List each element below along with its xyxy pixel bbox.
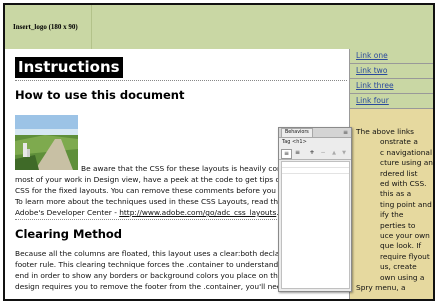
sidebar-text-line: ify the xyxy=(380,210,404,220)
sidebar-text-line: us, create xyxy=(380,262,417,272)
sidebar-nav: Link one Link two Link three Link four xyxy=(350,49,433,109)
sidebar-text-line: que look. If xyxy=(380,241,422,251)
section2-line-4: design requires you to remove the footer… xyxy=(15,282,319,291)
sidebar-text-line: onstrate a xyxy=(380,137,418,147)
landscape-photo[interactable] xyxy=(15,115,78,170)
section1-line-5: Adobe's Developer Center - http://www.ad… xyxy=(15,208,279,218)
sidebar-text-line: rdered list xyxy=(380,168,418,178)
title-divider xyxy=(15,80,347,81)
browser-frame: Insert_logo (180 x 90) Instructions How … xyxy=(3,3,435,301)
selected-tag-label: Tag <h1> xyxy=(282,139,307,145)
nav-link-four[interactable]: Link four xyxy=(350,94,433,109)
add-behavior-icon[interactable]: + xyxy=(308,149,316,157)
page-title[interactable]: Instructions xyxy=(15,57,123,78)
section1-line-5-prefix: Adobe's Developer Center - xyxy=(15,208,120,217)
nav-link-two[interactable]: Link two xyxy=(350,64,433,79)
page-header: Insert_logo (180 x 90) xyxy=(5,5,433,49)
sidebar-text-line: c navigational xyxy=(380,147,433,157)
sidebar-text-line: Spry menu, a xyxy=(356,283,406,293)
behaviors-panel[interactable]: Behaviors ≡ Tag <h1> ≡ ≡ + − ▲ ▼ xyxy=(278,127,352,292)
section1-line-1: Be aware that the CSS for these layouts … xyxy=(81,164,292,173)
sidebar-text-line: The above links xyxy=(356,127,415,136)
remove-behavior-icon[interactable]: − xyxy=(319,149,327,157)
sidebar-text-line: uce your own xyxy=(380,231,430,241)
sidebar-description: The above links onstrate a c navigationa… xyxy=(356,127,433,294)
list-row xyxy=(282,168,349,174)
sidebar-text-line: own using a xyxy=(380,272,425,282)
nav-link-three[interactable]: Link three xyxy=(350,79,433,94)
show-all-events-icon[interactable]: ≡ xyxy=(293,149,302,157)
section1-line-4: To learn more about the techniques used … xyxy=(15,197,285,206)
panel-menu-icon[interactable]: ≡ xyxy=(343,128,348,137)
section2-line-3: end in order to show any borders or back… xyxy=(15,271,288,280)
sidebar-text-line: require flyout xyxy=(380,251,430,261)
behaviors-panel-titlebar[interactable]: Behaviors ≡ xyxy=(279,128,351,138)
move-up-icon[interactable]: ▲ xyxy=(330,149,338,157)
sidebar-text-line: this as a xyxy=(380,189,412,199)
logo-placeholder[interactable]: Insert_logo (180 x 90) xyxy=(5,5,92,49)
sidebar-text-line: perties to xyxy=(380,220,416,230)
behaviors-list[interactable] xyxy=(281,161,350,289)
sidebar-text-line: ed with CSS. xyxy=(380,179,427,189)
tab-behaviors[interactable]: Behaviors xyxy=(281,128,313,137)
section1-line-2: most of your work in Design view, have a… xyxy=(15,175,285,184)
sidebar-text-line: ting point and xyxy=(380,199,432,209)
section1-line-3: CSS for the fixed layouts. You can remov… xyxy=(15,186,285,195)
move-down-icon[interactable]: ▼ xyxy=(340,149,348,157)
logo-placeholder-label: Insert_logo (180 x 90) xyxy=(13,23,78,31)
section2-line-2: footer rule. This clearing technique for… xyxy=(15,260,287,269)
show-set-events-icon[interactable]: ≡ xyxy=(281,149,292,159)
nav-link-one[interactable]: Link one xyxy=(350,49,433,64)
behaviors-toolbar: ≡ ≡ + − ▲ ▼ xyxy=(279,147,351,160)
adobe-css-layouts-link[interactable]: http://www.adobe.com/go/adc_css_layouts xyxy=(119,208,276,217)
sidebar: Link one Link two Link three Link four T… xyxy=(350,49,433,299)
section-heading-clearing-method: Clearing Method xyxy=(15,227,123,241)
section-heading-how-to-use: How to use this document xyxy=(15,88,185,102)
section2-line-1: Because all the columns are floated, thi… xyxy=(15,249,287,258)
sidebar-text-line: cture using an xyxy=(380,158,433,168)
